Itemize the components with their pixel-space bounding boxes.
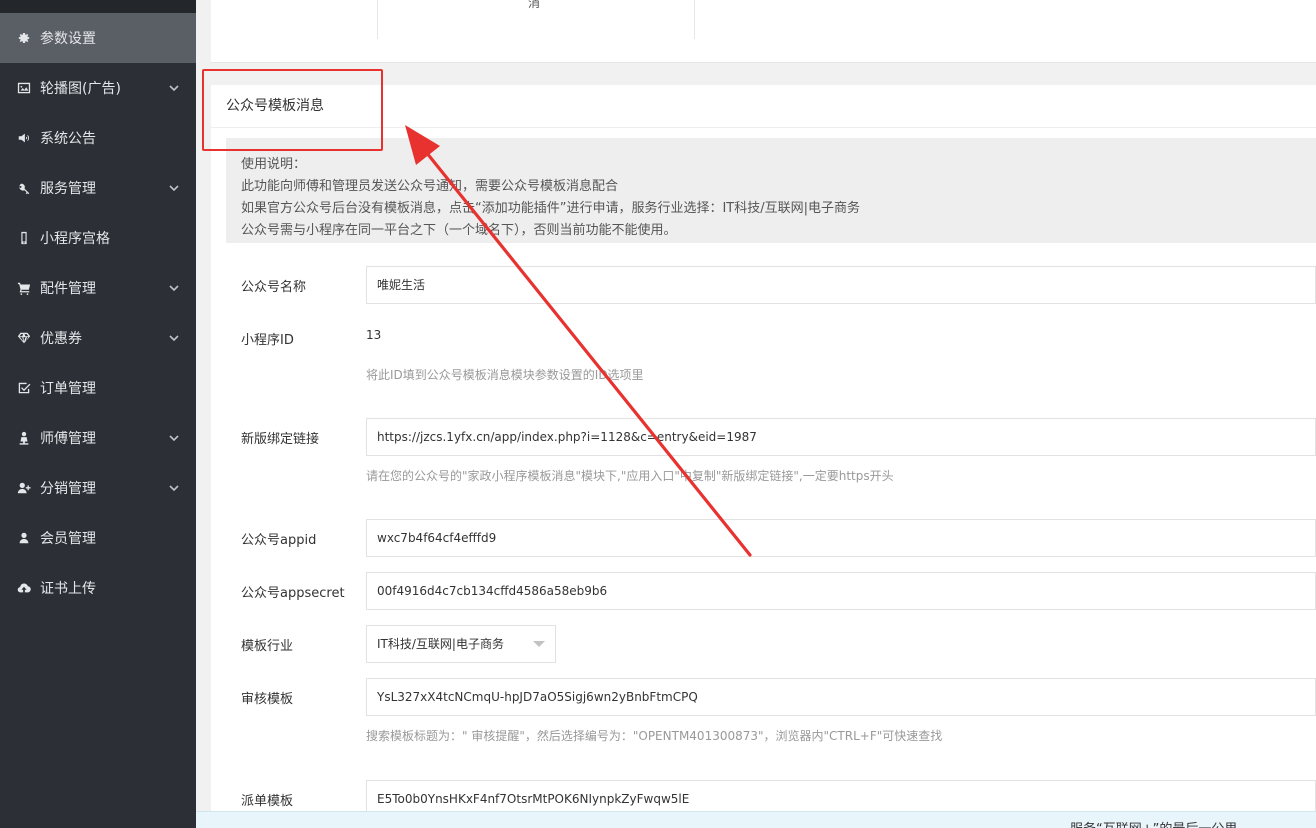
bind-link-input[interactable]: https://jzcs.1yfx.cn/app/index.php?i=112… <box>366 418 1316 456</box>
appsecret-label: 公众号appsecret <box>241 586 345 601</box>
appsecret-input[interactable]: 00f4916d4c7cb134cffd4586a58eb9b6 <box>366 572 1316 610</box>
sidebar-item-1[interactable]: 轮播图(广告) <box>0 63 196 113</box>
cart-icon <box>16 280 32 296</box>
chevron-down-icon <box>168 332 180 344</box>
miniprogram-id-label: 小程序ID <box>241 333 294 348</box>
sidebar-item-3[interactable]: 服务管理 <box>0 163 196 213</box>
notice-line: 公众号需与小程序在同一平台之下（一个域名下），否则当前功能不能使用。 <box>241 223 677 238</box>
sidebar-item-2[interactable]: 系统公告 <box>0 113 196 163</box>
appid-label: 公众号appid <box>241 533 317 548</box>
speaker-icon <box>16 130 32 146</box>
chevron-down-icon <box>168 482 180 494</box>
template-message-panel: 公众号模板消息 使用说明： 此功能向师傅和管理员发送公众号通知，需要公众号模板消… <box>211 85 1316 828</box>
previous-panel-fragment: 消 <box>528 0 541 10</box>
chevron-down-icon <box>168 82 180 94</box>
notice-line: 如果官方公众号后台没有模板消息，点击“添加功能插件”进行申请，服务行业选择：IT… <box>241 201 861 216</box>
sidebar-item-0[interactable]: 参数设置 <box>0 13 196 63</box>
notice-line: 此功能向师傅和管理员发送公众号通知，需要公众号模板消息配合 <box>241 179 619 194</box>
miniprogram-id-value: 13 <box>366 328 382 342</box>
industry-select[interactable]: IT科技/互联网|电子商务 <box>366 625 556 663</box>
review-template-label: 审核模板 <box>241 692 294 707</box>
industry-label: 模板行业 <box>241 639 294 654</box>
bind-link-label: 新版绑定链接 <box>241 432 320 447</box>
sidebar-item-4[interactable]: 小程序宫格 <box>0 213 196 263</box>
worker-icon <box>16 430 32 446</box>
sidebar-item-label: 优惠券 <box>40 331 82 347</box>
previous-panel: 消 <box>211 0 1316 63</box>
miniprogram-id-hint: 将此ID填到公众号模板消息模块参数设置的ID选项里 <box>366 368 644 382</box>
sidebar-item-label: 师傅管理 <box>40 431 96 447</box>
industry-selected-value: IT科技/互联网|电子商务 <box>377 637 504 651</box>
sidebar-item-5[interactable]: 配件管理 <box>0 263 196 313</box>
sidebar-item-label: 证书上传 <box>40 581 96 597</box>
sidebar-item-11[interactable]: 证书上传 <box>0 563 196 613</box>
sidebar-item-label: 会员管理 <box>40 531 96 547</box>
sidebar-item-label: 订单管理 <box>40 381 96 397</box>
footer-slogan: 服务“互联网+”的最后一公里 <box>1070 818 1237 828</box>
sidebar-item-8[interactable]: 师傅管理 <box>0 413 196 463</box>
sidebar-item-label: 轮播图(广告) <box>40 81 121 97</box>
sidebar-nav: 参数设置轮播图(广告) 系统公告服务管理小程序宫格配件管理优惠券订单管理师傅管理分… <box>0 13 196 613</box>
notice-line: 使用说明： <box>241 157 307 172</box>
chevron-down-icon <box>168 282 180 294</box>
chevron-down-icon <box>168 432 180 444</box>
sidebar-item-label: 分销管理 <box>40 481 96 497</box>
dispatch-template-label: 派单模板 <box>241 794 294 809</box>
account-name-input[interactable]: 唯妮生活 <box>366 266 1316 304</box>
gear-icon <box>16 30 32 46</box>
previous-panel-cell: 消 <box>377 0 695 39</box>
review-template-hint: 搜索模板标题为：" 审核提醒"，然后选择编号为："OPENTM401300873… <box>366 729 943 743</box>
sidebar-item-label: 服务管理 <box>40 181 96 197</box>
user-plus-icon <box>16 480 32 496</box>
bind-link-hint: 请在您的公众号的"家政小程序模板消息"模块下,"应用入口"中复制"新版绑定链接"… <box>366 469 894 483</box>
chevron-down-icon <box>168 182 180 194</box>
review-template-input[interactable]: YsL327xX4tcNCmqU-hpJD7aO5Sigj6wn2yBnbFtm… <box>366 678 1316 716</box>
diamond-icon <box>16 330 32 346</box>
usage-notice: 使用说明： 此功能向师傅和管理员发送公众号通知，需要公众号模板消息配合 如果官方… <box>226 138 1316 243</box>
appid-input[interactable]: wxc7b4f64cf4efffd9 <box>366 519 1316 557</box>
footer-bar: 服务“互联网+”的最后一公里 <box>196 811 1316 828</box>
sidebar: 参数设置轮播图(广告) 系统公告服务管理小程序宫格配件管理优惠券订单管理师傅管理分… <box>0 0 196 828</box>
sidebar-item-6[interactable]: 优惠券 <box>0 313 196 363</box>
caret-down-icon <box>533 641 545 647</box>
sidebar-item-7[interactable]: 订单管理 <box>0 363 196 413</box>
sidebar-item-label: 系统公告 <box>40 131 96 147</box>
sidebar-top-strip <box>0 0 196 13</box>
sidebar-item-10[interactable]: 会员管理 <box>0 513 196 563</box>
checkbox-icon <box>16 380 32 396</box>
cloud-upload-icon <box>16 580 32 596</box>
sidebar-item-9[interactable]: 分销管理 <box>0 463 196 513</box>
account-name-label: 公众号名称 <box>241 280 307 295</box>
sidebar-item-label: 小程序宫格 <box>40 231 110 247</box>
key-icon <box>16 180 32 196</box>
mobile-icon <box>16 230 32 246</box>
highlight-box <box>202 69 383 151</box>
user-icon <box>16 530 32 546</box>
image-icon <box>16 80 32 96</box>
sidebar-item-label: 配件管理 <box>40 281 96 297</box>
sidebar-item-label: 参数设置 <box>40 31 96 47</box>
